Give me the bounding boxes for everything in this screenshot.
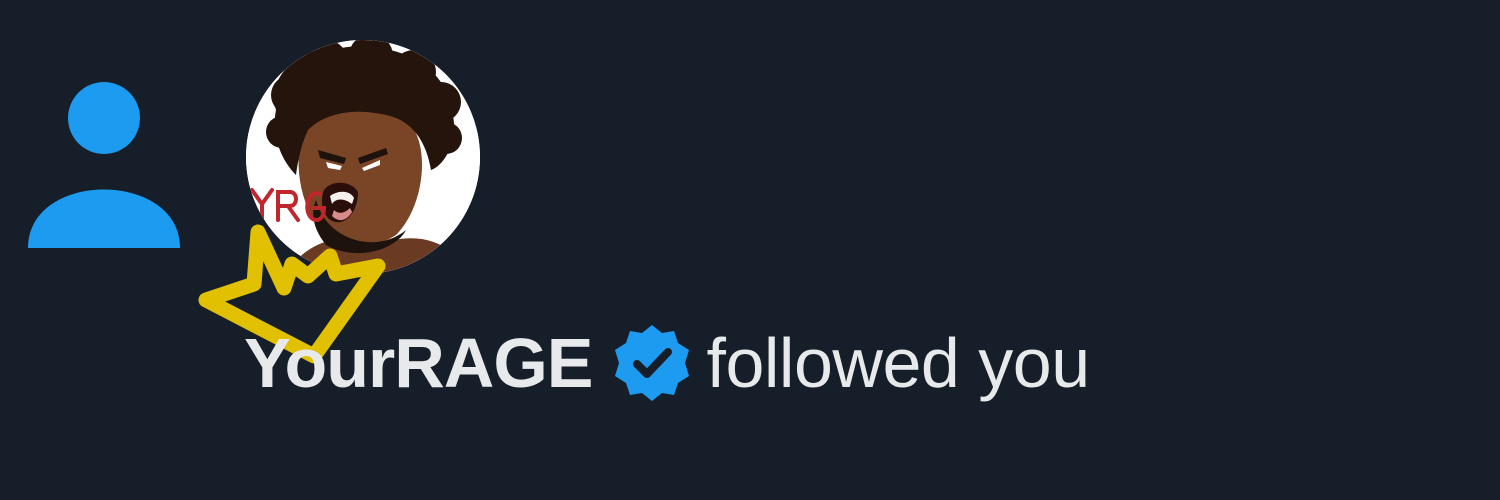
action-text: followed you	[706, 324, 1091, 402]
avatar[interactable]	[246, 40, 480, 274]
verified-badge-icon	[611, 322, 693, 404]
user-name-link[interactable]: YourRAGE	[244, 323, 593, 403]
person-icon	[24, 78, 184, 254]
notification-text: YourRAGE followed you	[244, 318, 1090, 408]
follow-notification[interactable]: YourRAGE followed you	[0, 0, 1500, 500]
